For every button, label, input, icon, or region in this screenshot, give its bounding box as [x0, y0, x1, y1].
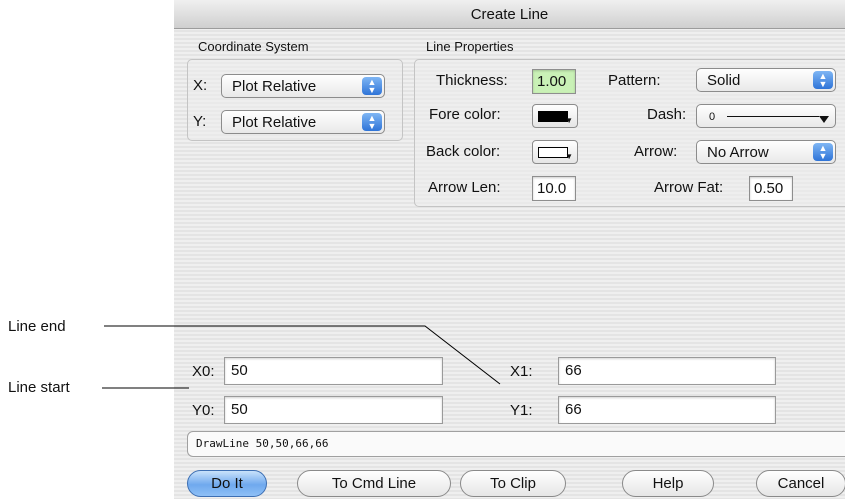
help-button[interactable]: Help: [622, 470, 714, 497]
thickness-label: Thickness:: [436, 72, 508, 89]
popup-arrows-icon: ▲ ▼: [362, 113, 382, 131]
x0-label: X0:: [192, 363, 215, 380]
fore-color-button[interactable]: ▼: [532, 104, 578, 128]
fore-color-label: Fore color:: [429, 106, 501, 123]
x-coordinate-system-value: Plot Relative: [232, 78, 317, 95]
y0-field[interactable]: 50: [224, 396, 443, 424]
do-it-button[interactable]: Do It: [187, 470, 267, 497]
dropdown-triangle-icon: ▼: [565, 116, 573, 125]
y-coordinate-system-popup[interactable]: Plot Relative ▲ ▼: [221, 110, 385, 134]
dropdown-triangle-icon: ▼: [565, 152, 573, 161]
y-axis-label: Y:: [193, 113, 207, 130]
y-coordinate-system-value: Plot Relative: [232, 114, 317, 131]
dash-preview-line: [727, 116, 819, 117]
pattern-value: Solid: [707, 72, 741, 89]
y1-label: Y1:: [510, 402, 533, 419]
y0-label: Y0:: [192, 402, 215, 419]
popup-arrows-icon: ▲ ▼: [813, 71, 833, 89]
back-color-button[interactable]: ▼: [532, 140, 578, 164]
arrow-value: No Arrow: [707, 144, 769, 161]
x1-label: X1:: [510, 363, 533, 380]
popup-arrows-icon: ▲ ▼: [362, 77, 382, 95]
coordinate-system-heading: Coordinate System: [198, 39, 309, 54]
dash-value: 0: [709, 111, 716, 123]
arrow-len-field[interactable]: 10.0: [532, 176, 576, 201]
window-title: Create Line: [470, 6, 549, 23]
x1-field[interactable]: 66: [558, 357, 776, 385]
dropdown-arrow-icon: [819, 116, 829, 123]
pattern-popup[interactable]: Solid ▲ ▼: [696, 68, 836, 92]
to-clip-button[interactable]: To Clip: [460, 470, 566, 497]
fore-color-swatch: [538, 111, 568, 122]
x-axis-label: X:: [193, 77, 208, 94]
dash-label: Dash:: [647, 106, 687, 123]
back-color-swatch: [538, 147, 568, 158]
to-cmd-line-button[interactable]: To Cmd Line: [297, 470, 451, 497]
line-start-annotation: Line start: [8, 379, 70, 396]
y1-field[interactable]: 66: [558, 396, 776, 424]
title-bar[interactable]: Create Line: [174, 0, 845, 29]
arrow-fat-label: Arrow Fat:: [654, 179, 724, 196]
pattern-label: Pattern:: [608, 72, 661, 89]
cancel-button[interactable]: Cancel: [756, 470, 845, 497]
arrow-label: Arrow:: [634, 143, 678, 160]
create-line-dialog: Create Line Coordinate System X: Plot Re…: [174, 0, 845, 499]
popup-arrows-icon: ▲ ▼: [813, 143, 833, 161]
x0-field[interactable]: 50: [224, 357, 443, 385]
arrow-fat-field[interactable]: 0.50: [749, 176, 793, 201]
arrow-len-label: Arrow Len:: [428, 179, 501, 196]
command-text[interactable]: DrawLine 50,50,66,66: [187, 431, 845, 457]
back-color-label: Back color:: [426, 143, 501, 160]
dash-popup[interactable]: 0: [696, 104, 836, 128]
line-end-annotation: Line end: [8, 318, 66, 335]
line-properties-heading: Line Properties: [426, 39, 514, 54]
thickness-field[interactable]: 1.00: [532, 69, 576, 94]
x-coordinate-system-popup[interactable]: Plot Relative ▲ ▼: [221, 74, 385, 98]
arrow-popup[interactable]: No Arrow ▲ ▼: [696, 140, 836, 164]
